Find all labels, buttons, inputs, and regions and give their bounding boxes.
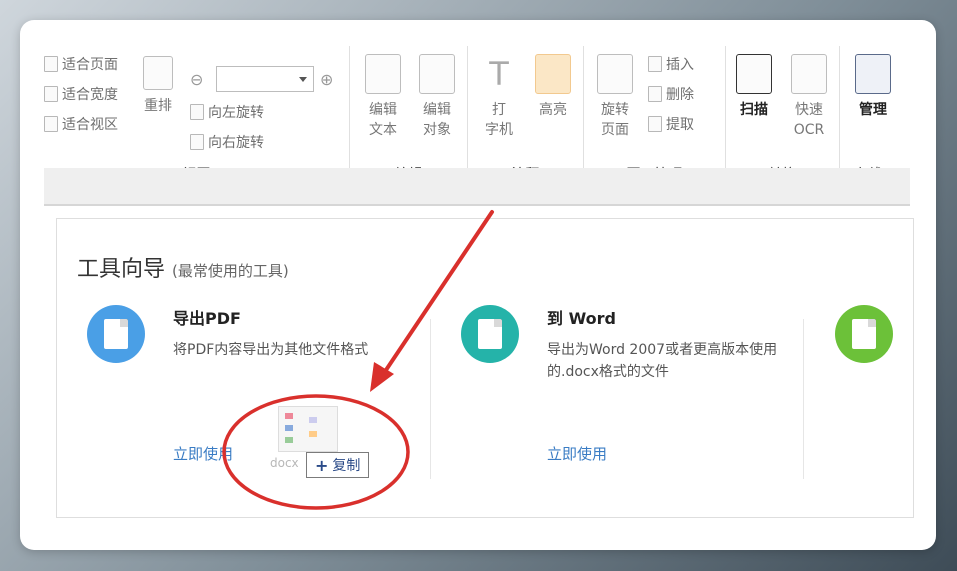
annotation-overlay <box>222 210 494 510</box>
screenshot-card: 适合页面 适合宽度 适合视区 重排 ⊖ ⊕ 向左旋转 向右旋转 编辑 文本 编辑… <box>20 20 936 550</box>
annotation-arrow-line <box>380 210 494 378</box>
annotation-ellipse <box>222 394 410 510</box>
